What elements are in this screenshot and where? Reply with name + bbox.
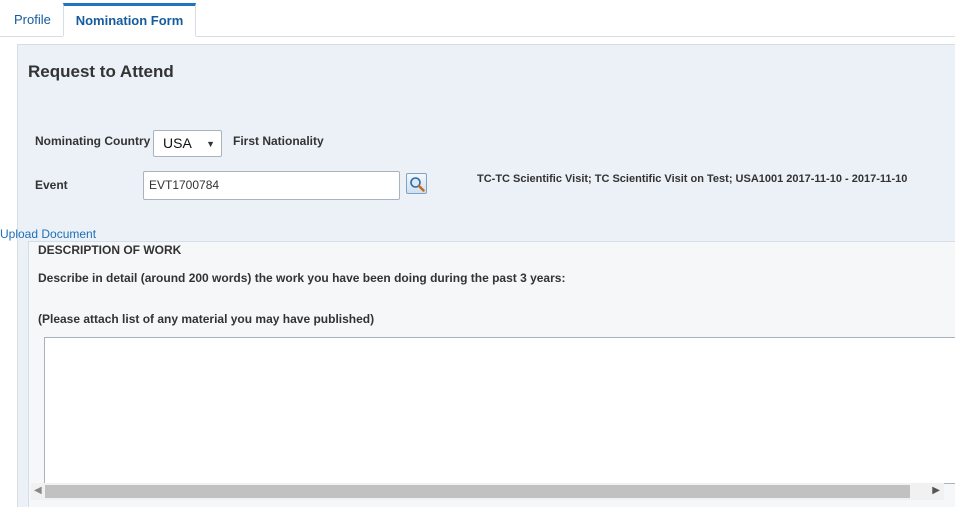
tab-nomination-form[interactable]: Nomination Form: [63, 3, 196, 36]
event-field[interactable]: EVT1700784: [143, 171, 400, 200]
tab-profile[interactable]: Profile: [14, 4, 62, 36]
page-title: Request to Attend: [28, 62, 174, 81]
event-description: TC-TC Scientific Visit; TC Scientific Vi…: [477, 173, 908, 185]
scroll-left-icon[interactable]: ◀: [34, 485, 42, 496]
event-search-button[interactable]: [406, 173, 427, 194]
tab-divider: [196, 36, 955, 37]
publication-note: (Please attach list of any material you …: [38, 312, 375, 326]
tab-divider: [0, 36, 63, 37]
scrollbar-thumb[interactable]: [45, 485, 910, 498]
tab-bar: Profile Nomination Form: [0, 0, 955, 37]
nominating-country-select[interactable]: USA ▼: [153, 130, 222, 157]
scroll-right-icon[interactable]: ▶: [932, 485, 940, 496]
work-description-textarea[interactable]: [44, 337, 955, 484]
event-label: Event: [35, 178, 68, 192]
horizontal-scrollbar[interactable]: ◀ ▶: [31, 483, 944, 500]
search-icon: [410, 177, 425, 192]
work-prompt: Describe in detail (around 200 words) th…: [38, 271, 566, 285]
section-title: DESCRIPTION OF WORK: [38, 243, 182, 257]
nominating-country-label: Nominating Country: [35, 134, 151, 148]
upload-document-link[interactable]: Upload Document: [0, 227, 96, 241]
nominating-country-value: USA: [163, 135, 192, 151]
chevron-down-icon: ▼: [206, 139, 215, 149]
first-nationality-label: First Nationality: [233, 134, 324, 148]
